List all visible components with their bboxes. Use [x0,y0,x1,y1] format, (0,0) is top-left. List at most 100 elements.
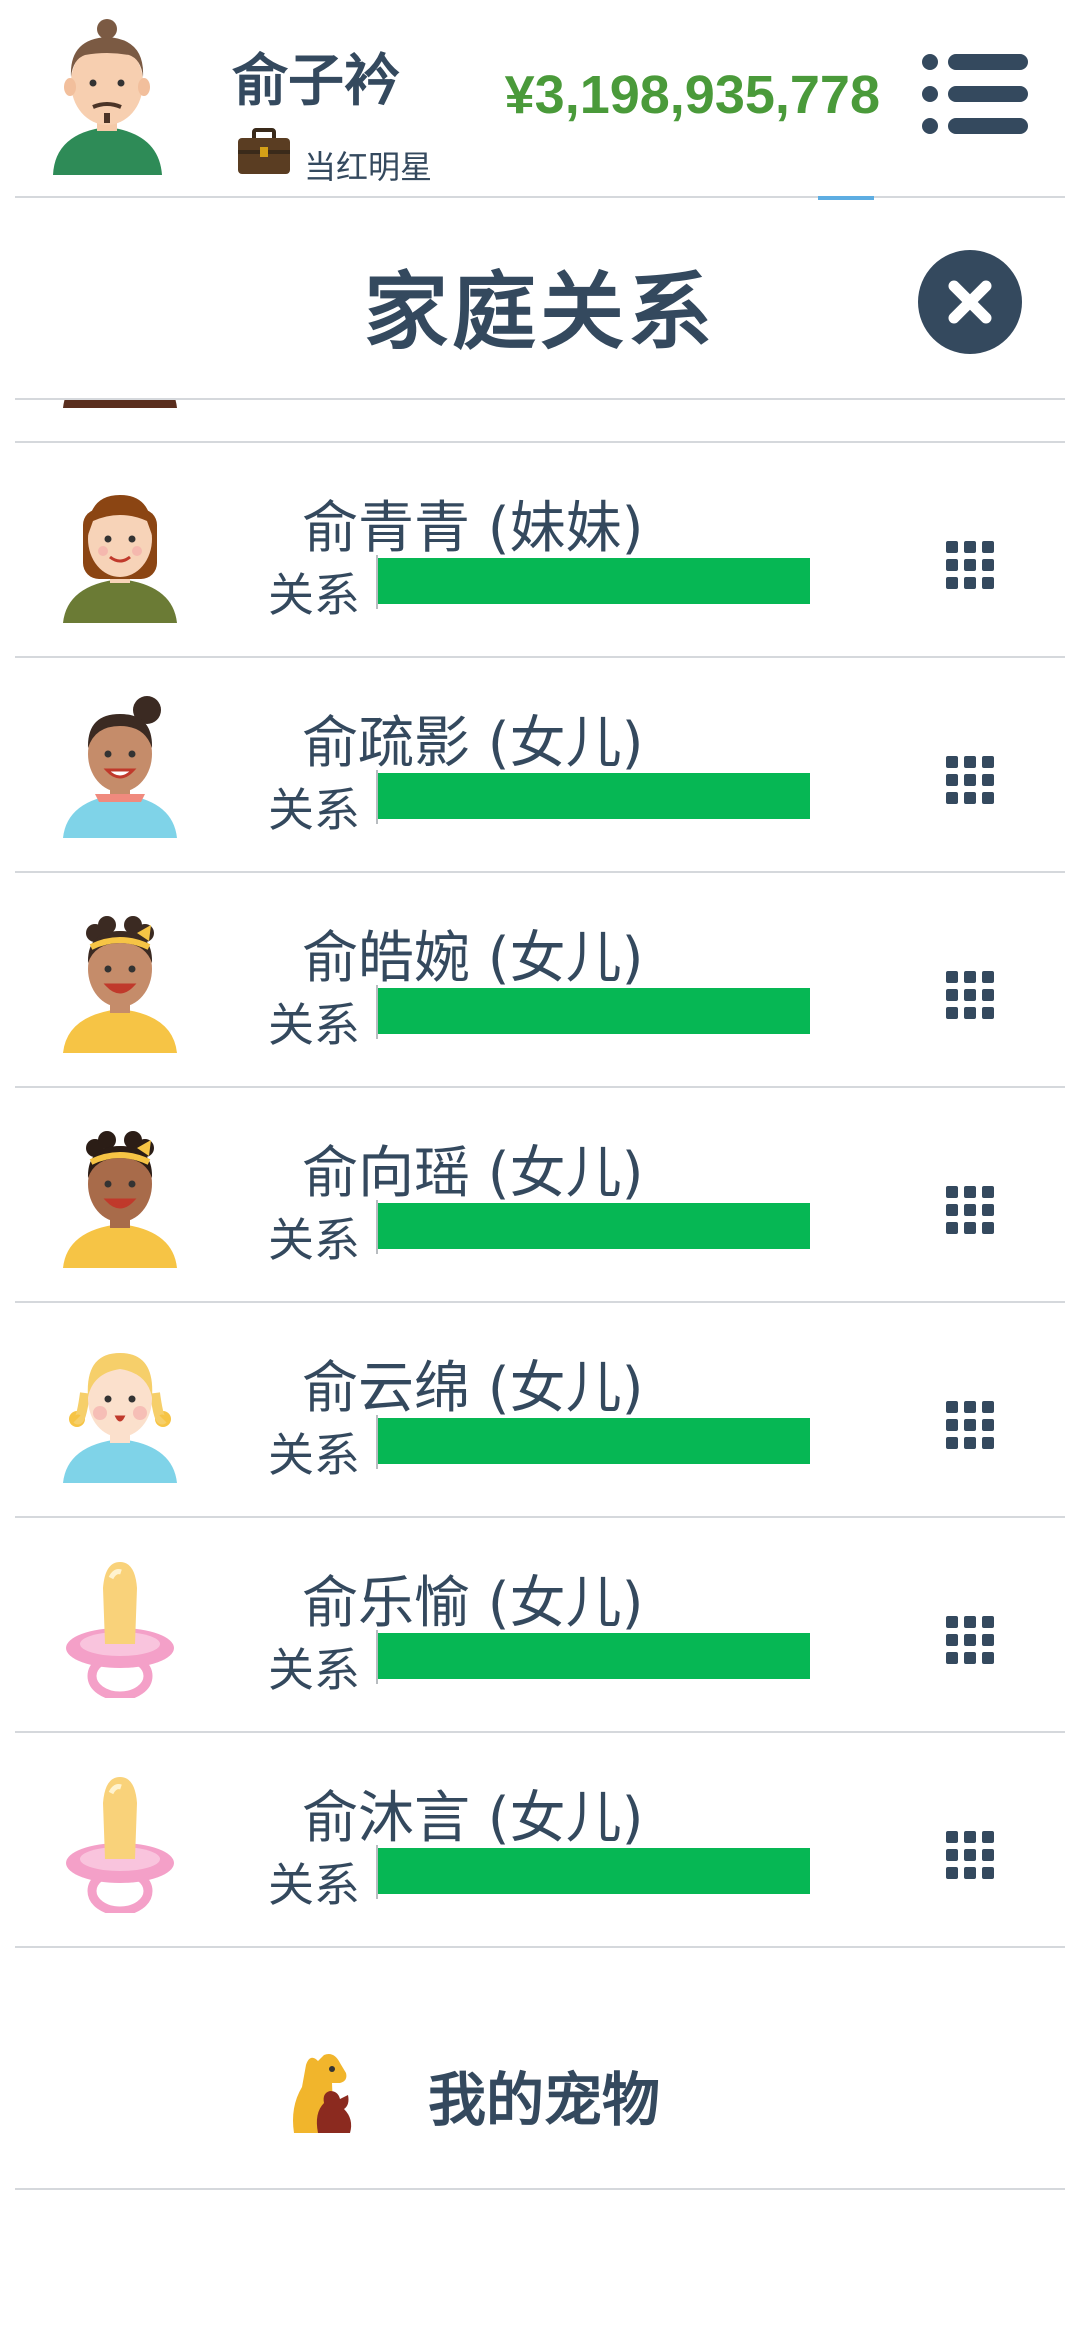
pacifier-icon [55,1548,185,1701]
grid-dot [946,559,958,571]
grid-dot [982,989,994,1001]
grid-menu-icon[interactable] [946,1186,996,1236]
briefcase-icon [238,128,290,174]
job-title: 当红明星 [304,148,433,186]
grid-dot [946,1419,958,1431]
grid-menu-icon[interactable] [946,756,996,806]
grid-dot [982,559,994,571]
relationship-label: 关系 [268,1858,360,1912]
relationship-bar-fill [378,1418,810,1464]
grid-dot [964,1204,976,1216]
member-name: 俞皓婉 (女儿) [302,926,644,991]
grid-dot [964,1652,976,1664]
family-member-row[interactable]: 俞皓婉 (女儿) 关系 [0,873,1080,1088]
grid-dot [964,577,976,589]
grid-dot [982,541,994,553]
grid-menu-icon[interactable] [946,1831,996,1881]
grid-dot [946,989,958,1001]
row-divider [15,1946,1065,1948]
grid-dot [982,1867,994,1879]
blonde-child-avatar [55,1333,185,1483]
header-divider [15,196,1065,198]
relationship-label: 关系 [268,1213,360,1267]
my-pets-button[interactable]: 我的宠物 [0,1985,1080,2190]
grid-dot [982,971,994,983]
grid-dot [982,756,994,768]
grid-dot [946,1204,958,1216]
player-name: 俞子衿 [232,49,400,114]
grid-dot [946,1437,958,1449]
relationship-label: 关系 [268,1428,360,1482]
grid-dot [982,1437,994,1449]
relationship-bar-fill [378,1203,810,1249]
grid-dot [964,989,976,1001]
relationship-bar [378,988,810,1034]
grid-dot [946,1849,958,1861]
grid-dot [964,1186,976,1198]
grid-dot [964,1007,976,1019]
grid-menu-icon[interactable] [946,971,996,1021]
grid-dot [982,1186,994,1198]
grid-dot [964,1437,976,1449]
grid-dot [964,541,976,553]
grid-dot [964,971,976,983]
member-name: 俞向瑶 (女儿) [302,1141,644,1206]
relationship-bar-fill [378,1633,810,1679]
grid-dot [946,1222,958,1234]
grid-dot [982,1616,994,1628]
grid-dot [982,1222,994,1234]
relationship-label: 关系 [268,1643,360,1697]
member-name: 俞云绵 (女儿) [302,1356,644,1421]
grid-dot [982,1849,994,1861]
close-button[interactable] [918,250,1022,354]
grid-dot [982,1831,994,1843]
family-member-row[interactable]: 俞云绵 (女儿) 关系 [0,1303,1080,1518]
grid-dot [946,1652,958,1664]
member-name: 俞沐言 (女儿) [302,1786,644,1851]
family-member-row[interactable]: 俞疏影 (女儿) 关系 [0,658,1080,873]
grid-dot [964,756,976,768]
grid-menu-icon[interactable] [946,1401,996,1451]
pets-icon [293,2054,352,2133]
top-bar: 俞子衿 当红明星 ¥3,198,935,778 [0,0,1080,197]
grid-dot [982,1419,994,1431]
grid-dot [964,1867,976,1879]
family-list[interactable]: 关系俞青青 (妹妹)关系俞疏影 (女儿)关系俞皓婉 (女儿)关系俞向瑶 (女儿)… [0,400,1080,1985]
player-avatar[interactable] [45,15,170,175]
grid-dot [982,1634,994,1646]
grid-dot [982,1401,994,1413]
grid-dot [964,1849,976,1861]
pacifier-icon [55,1763,185,1916]
family-member-row[interactable]: 俞沐言 (女儿) 关系 [0,1733,1080,1948]
grid-dot [946,1616,958,1628]
family-member-row[interactable]: 关系 [0,400,1080,443]
grid-dot [964,559,976,571]
grid-dot [964,774,976,786]
grid-dot [964,1831,976,1843]
family-member-row[interactable]: 俞向瑶 (女儿) 关系 [0,1088,1080,1303]
relationship-label: 关系 [268,783,360,837]
girl-headband-avatar [55,903,185,1053]
grid-menu-icon[interactable] [946,1616,996,1666]
grid-dot [982,1007,994,1019]
close-icon [948,280,992,324]
relationship-label: 关系 [268,568,360,622]
grid-menu-icon[interactable] [946,541,996,591]
grid-dot [946,1401,958,1413]
grid-dot [964,1419,976,1431]
relationship-bar [378,1633,810,1679]
relationship-label: 关系 [268,998,360,1052]
grid-dot [946,971,958,983]
grid-dot [946,1831,958,1843]
list-menu-icon[interactable] [920,52,1030,136]
family-member-row[interactable]: 俞青青 (妹妹) 关系 [0,443,1080,658]
grid-dot [946,1867,958,1879]
family-member-row[interactable]: 俞乐愉 (女儿) 关系 [0,1518,1080,1733]
member-name: 俞青青 (妹妹) [302,496,644,561]
woman-avatar [55,400,185,408]
relationship-bar [378,1848,810,1894]
grid-dot [982,792,994,804]
grid-dot [946,577,958,589]
relationship-bar [378,773,810,819]
family-list-content: 关系俞青青 (妹妹)关系俞疏影 (女儿)关系俞皓婉 (女儿)关系俞向瑶 (女儿)… [0,400,1080,1948]
